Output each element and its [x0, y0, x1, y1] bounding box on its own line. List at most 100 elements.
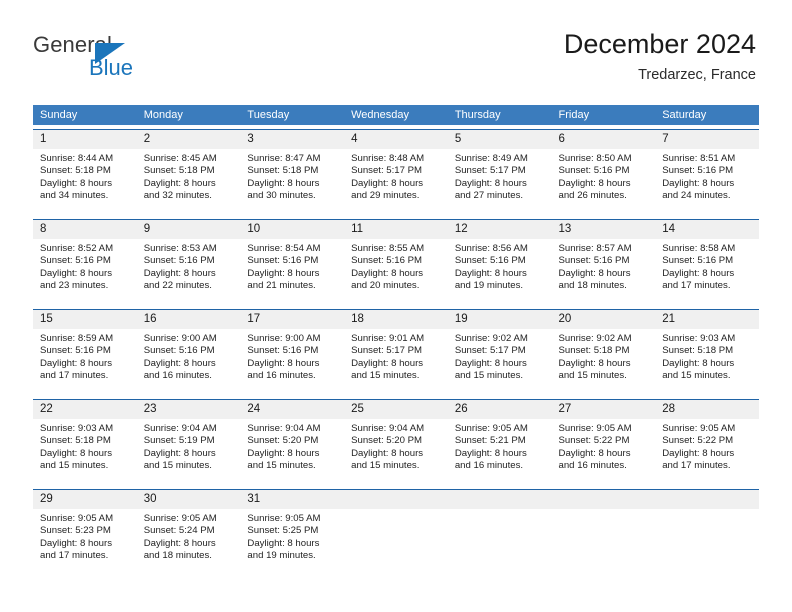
day-cell[interactable]: Sunrise: 8:53 AM Sunset: 5:16 PM Dayligh…	[137, 239, 241, 305]
day-number[interactable]: 14	[655, 220, 759, 239]
day-number[interactable]: 24	[240, 400, 344, 419]
day-number[interactable]: 28	[655, 400, 759, 419]
sunset-text: Sunset: 5:24 PM	[143, 525, 215, 537]
day-cell[interactable]: Sunrise: 8:45 AM Sunset: 5:18 PM Dayligh…	[137, 149, 241, 215]
day-number[interactable]: 10	[240, 220, 344, 239]
day-cell-empty	[344, 509, 448, 575]
day-cell[interactable]: Sunrise: 9:05 AM Sunset: 5:25 PM Dayligh…	[240, 509, 344, 575]
day-number[interactable]: 31	[240, 490, 344, 509]
day-cell[interactable]: Sunrise: 9:04 AM Sunset: 5:19 PM Dayligh…	[137, 419, 241, 485]
sunset-text: Sunset: 5:16 PM	[558, 255, 630, 267]
daylight-text-2: and 15 minutes.	[454, 369, 524, 381]
sunset-text: Sunset: 5:17 PM	[454, 165, 526, 177]
day-cell[interactable]: Sunrise: 9:02 AM Sunset: 5:18 PM Dayligh…	[552, 329, 656, 395]
sunrise-text: Sunrise: 8:59 AM	[40, 333, 114, 344]
day-cell[interactable]: Sunrise: 8:59 AM Sunset: 5:16 PM Dayligh…	[33, 329, 137, 395]
daylight-text-1: Daylight: 8 hours	[454, 357, 527, 369]
daylight-text-2: and 27 minutes.	[454, 189, 524, 201]
sunrise-text: Sunrise: 8:57 AM	[558, 243, 632, 254]
day-cell[interactable]: Sunrise: 8:52 AM Sunset: 5:16 PM Dayligh…	[33, 239, 137, 305]
week-daynumber-band: 15 16 17 18 19 20 21	[33, 310, 759, 329]
day-number[interactable]: 5	[448, 130, 552, 149]
day-number[interactable]: 18	[344, 310, 448, 329]
daylight-text-1: Daylight: 8 hours	[247, 267, 320, 279]
sunset-text: Sunset: 5:18 PM	[247, 165, 319, 177]
day-number[interactable]: 13	[552, 220, 656, 239]
day-number[interactable]: 26	[448, 400, 552, 419]
sunset-text: Sunset: 5:22 PM	[662, 435, 734, 447]
page-header: General Blue December 2024 Tredarzec, Fr…	[0, 0, 792, 100]
daylight-text-1: Daylight: 8 hours	[143, 267, 216, 279]
day-number[interactable]: 9	[137, 220, 241, 239]
day-cell[interactable]: Sunrise: 8:58 AM Sunset: 5:16 PM Dayligh…	[655, 239, 759, 305]
day-cell[interactable]: Sunrise: 9:00 AM Sunset: 5:16 PM Dayligh…	[240, 329, 344, 395]
day-number[interactable]: 11	[344, 220, 448, 239]
daylight-text-1: Daylight: 8 hours	[143, 177, 216, 189]
day-cell[interactable]: Sunrise: 9:05 AM Sunset: 5:21 PM Dayligh…	[448, 419, 552, 485]
day-cell[interactable]: Sunrise: 8:57 AM Sunset: 5:16 PM Dayligh…	[552, 239, 656, 305]
day-cell[interactable]: Sunrise: 8:55 AM Sunset: 5:16 PM Dayligh…	[344, 239, 448, 305]
day-cell[interactable]: Sunrise: 9:02 AM Sunset: 5:17 PM Dayligh…	[448, 329, 552, 395]
day-cell[interactable]: Sunrise: 8:56 AM Sunset: 5:16 PM Dayligh…	[448, 239, 552, 305]
day-number[interactable]: 25	[344, 400, 448, 419]
generalblue-logo: General Blue	[33, 32, 203, 82]
day-number[interactable]: 8	[33, 220, 137, 239]
daylight-text-2: and 17 minutes.	[662, 279, 731, 291]
day-number[interactable]: 20	[552, 310, 656, 329]
day-number[interactable]: 17	[240, 310, 344, 329]
day-cell[interactable]: Sunrise: 9:00 AM Sunset: 5:16 PM Dayligh…	[137, 329, 241, 395]
day-number[interactable]: 12	[448, 220, 552, 239]
weekday-header-thursday: Thursday	[454, 109, 501, 121]
daylight-text-2: and 16 minutes.	[143, 369, 212, 381]
day-number[interactable]: 22	[33, 400, 137, 419]
daylight-text-2: and 18 minutes.	[558, 279, 627, 291]
day-number[interactable]: 27	[552, 400, 656, 419]
day-cell[interactable]: Sunrise: 8:49 AM Sunset: 5:17 PM Dayligh…	[448, 149, 552, 215]
day-number[interactable]: 15	[33, 310, 137, 329]
day-number[interactable]: 30	[137, 490, 241, 509]
day-cell[interactable]: Sunrise: 9:03 AM Sunset: 5:18 PM Dayligh…	[33, 419, 137, 485]
day-cell[interactable]: Sunrise: 9:01 AM Sunset: 5:17 PM Dayligh…	[344, 329, 448, 395]
calendar-week-row: 29 30 31 Sunrise: 9:05 AM Sunset: 5:23 P…	[33, 489, 759, 575]
day-number[interactable]: 6	[552, 130, 656, 149]
calendar-grid: Sunday Monday Tuesday Wednesday Thursday…	[33, 105, 759, 575]
daylight-text-1: Daylight: 8 hours	[143, 537, 216, 549]
day-cell[interactable]: Sunrise: 9:04 AM Sunset: 5:20 PM Dayligh…	[344, 419, 448, 485]
daylight-text-1: Daylight: 8 hours	[40, 177, 112, 189]
day-cell[interactable]: Sunrise: 9:05 AM Sunset: 5:22 PM Dayligh…	[655, 419, 759, 485]
day-number[interactable]: 2	[137, 130, 241, 149]
day-number[interactable]: 23	[137, 400, 241, 419]
sunrise-text: Sunrise: 8:53 AM	[143, 243, 217, 254]
day-number[interactable]: 29	[33, 490, 137, 509]
day-cell[interactable]: Sunrise: 8:50 AM Sunset: 5:16 PM Dayligh…	[552, 149, 656, 215]
daylight-text-2: and 23 minutes.	[40, 279, 109, 291]
day-number[interactable]: 1	[33, 130, 137, 149]
day-cell[interactable]: Sunrise: 8:51 AM Sunset: 5:16 PM Dayligh…	[655, 149, 759, 215]
day-number[interactable]: 3	[240, 130, 344, 149]
day-cell[interactable]: Sunrise: 9:05 AM Sunset: 5:24 PM Dayligh…	[137, 509, 241, 575]
day-cell[interactable]: Sunrise: 9:05 AM Sunset: 5:23 PM Dayligh…	[33, 509, 137, 575]
day-cell[interactable]: Sunrise: 8:47 AM Sunset: 5:18 PM Dayligh…	[240, 149, 344, 215]
day-number[interactable]: 21	[655, 310, 759, 329]
day-cell[interactable]: Sunrise: 9:03 AM Sunset: 5:18 PM Dayligh…	[655, 329, 759, 395]
daylight-text-1: Daylight: 8 hours	[558, 447, 631, 459]
daylight-text-1: Daylight: 8 hours	[40, 267, 112, 279]
week-content-band: Sunrise: 8:52 AM Sunset: 5:16 PM Dayligh…	[33, 239, 759, 305]
daylight-text-2: and 17 minutes.	[40, 369, 109, 381]
day-cell[interactable]: Sunrise: 8:48 AM Sunset: 5:17 PM Dayligh…	[344, 149, 448, 215]
day-cell[interactable]: Sunrise: 9:04 AM Sunset: 5:20 PM Dayligh…	[240, 419, 344, 485]
calendar-week-row: 22 23 24 25 26 27 28 Sunrise: 9:03 AM Su…	[33, 399, 759, 485]
day-cell[interactable]: Sunrise: 9:05 AM Sunset: 5:22 PM Dayligh…	[552, 419, 656, 485]
sunset-text: Sunset: 5:23 PM	[40, 525, 111, 537]
daylight-text-1: Daylight: 8 hours	[454, 447, 527, 459]
day-cell[interactable]: Sunrise: 8:54 AM Sunset: 5:16 PM Dayligh…	[240, 239, 344, 305]
day-cell[interactable]: Sunrise: 8:44 AM Sunset: 5:18 PM Dayligh…	[33, 149, 137, 215]
day-number[interactable]: 16	[137, 310, 241, 329]
sunset-text: Sunset: 5:16 PM	[558, 165, 630, 177]
daylight-text-2: and 17 minutes.	[40, 549, 109, 561]
day-number[interactable]: 19	[448, 310, 552, 329]
day-number[interactable]: 7	[655, 130, 759, 149]
day-cell-empty	[448, 509, 552, 575]
sunset-text: Sunset: 5:18 PM	[662, 345, 734, 357]
day-number[interactable]: 4	[344, 130, 448, 149]
